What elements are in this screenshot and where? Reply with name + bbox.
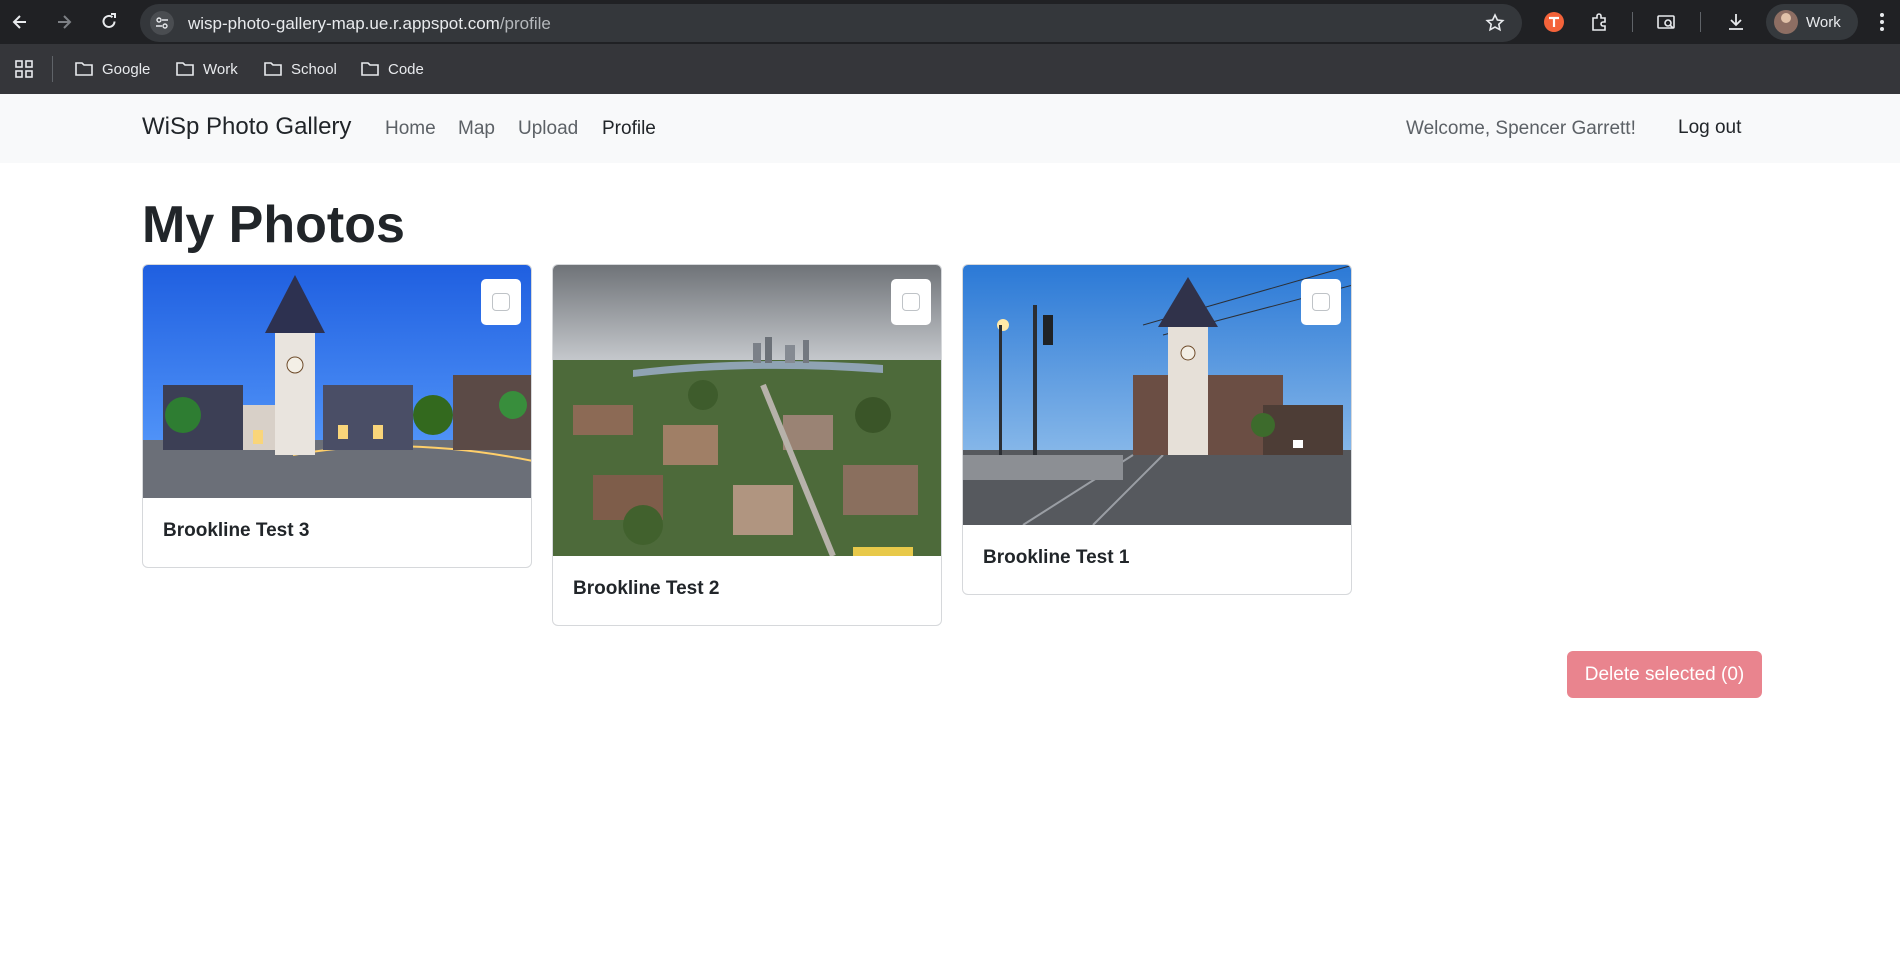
select-checkbox-container[interactable] xyxy=(1301,279,1341,325)
folder-icon xyxy=(361,62,379,76)
photo-image[interactable] xyxy=(553,265,941,558)
nav-home[interactable]: Home xyxy=(385,118,436,140)
bookmark-google[interactable]: Google xyxy=(74,56,150,82)
bookmark-school[interactable]: School xyxy=(263,56,337,82)
logout-link[interactable]: Log out xyxy=(1678,117,1741,139)
photo-image[interactable] xyxy=(143,265,531,498)
photo-card[interactable]: Brookline Test 1 xyxy=(962,264,1352,595)
avatar xyxy=(1774,10,1798,34)
bookmark-label: School xyxy=(291,60,337,78)
site-navbar: WiSp Photo Gallery Home Map Upload Profi… xyxy=(0,94,1900,163)
bookmark-star-icon[interactable] xyxy=(1484,12,1506,39)
photo-caption: Brookline Test 3 xyxy=(163,520,310,541)
select-checkbox[interactable] xyxy=(902,293,920,311)
delete-selected-button[interactable]: Delete selected (0) xyxy=(1567,651,1762,698)
address-bar[interactable]: wisp-photo-gallery-map.ue.r.appspot.com/… xyxy=(140,4,1522,42)
select-checkbox-container[interactable] xyxy=(891,279,931,325)
bookmarks-bar: Google Work School Code xyxy=(0,44,1900,94)
profile-chip[interactable]: Work xyxy=(1766,4,1858,40)
welcome-text: Welcome, Spencer Garrett! xyxy=(1406,118,1636,139)
folder-icon xyxy=(264,62,282,76)
bookmark-label: Code xyxy=(388,60,424,78)
photo-caption: Brookline Test 1 xyxy=(983,547,1130,568)
extension-t-icon[interactable] xyxy=(1540,8,1568,36)
profile-name: Work xyxy=(1806,13,1841,31)
forward-icon[interactable] xyxy=(50,8,78,36)
url-host: wisp-photo-gallery-map.ue.r.appspot.com xyxy=(188,14,500,33)
brand-link[interactable]: WiSp Photo Gallery xyxy=(142,113,351,141)
page-title: My Photos xyxy=(142,196,405,254)
toolbar-divider xyxy=(1700,12,1701,32)
photo-caption: Brookline Test 2 xyxy=(573,578,720,599)
folder-icon xyxy=(176,62,194,76)
reload-icon[interactable] xyxy=(95,8,123,36)
more-menu-icon[interactable] xyxy=(1868,8,1896,36)
tab-search-icon[interactable] xyxy=(1652,8,1680,36)
photo-card[interactable]: Brookline Test 2 xyxy=(552,264,942,626)
photo-image[interactable] xyxy=(963,265,1351,526)
nav-upload[interactable]: Upload xyxy=(518,118,578,140)
bookmarks-divider xyxy=(52,56,53,82)
url-text[interactable]: wisp-photo-gallery-map.ue.r.appspot.com/… xyxy=(188,14,551,34)
photo-card[interactable]: Brookline Test 3 xyxy=(142,264,532,568)
bookmark-label: Google xyxy=(102,60,151,78)
apps-grid-icon[interactable] xyxy=(14,59,34,84)
nav-profile[interactable]: Profile xyxy=(602,118,656,140)
select-checkbox-container[interactable] xyxy=(481,279,521,325)
extensions-puzzle-icon[interactable] xyxy=(1586,8,1614,36)
browser-toolbar: wisp-photo-gallery-map.ue.r.appspot.com/… xyxy=(0,0,1900,44)
toolbar-divider xyxy=(1632,12,1633,32)
bookmark-code[interactable]: Code xyxy=(360,56,424,82)
folder-icon xyxy=(75,62,93,76)
select-checkbox[interactable] xyxy=(492,293,510,311)
bookmark-label: Work xyxy=(203,60,238,78)
site-info-icon[interactable] xyxy=(150,11,174,35)
download-icon[interactable] xyxy=(1722,8,1750,36)
nav-map[interactable]: Map xyxy=(458,118,495,140)
back-icon[interactable] xyxy=(6,8,34,36)
bookmark-work[interactable]: Work xyxy=(175,56,238,82)
url-path: /profile xyxy=(499,14,551,33)
select-checkbox[interactable] xyxy=(1312,293,1330,311)
